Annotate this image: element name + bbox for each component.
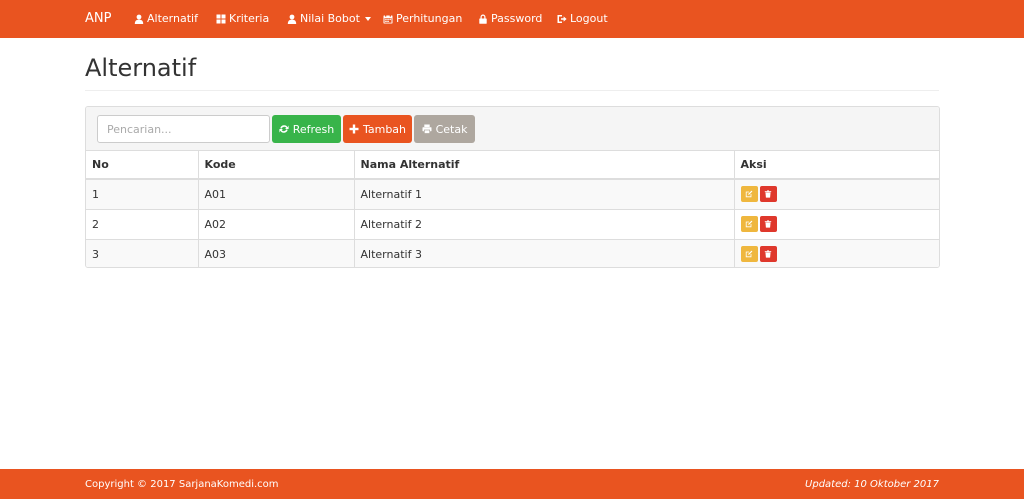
cell-kode: A01 — [197, 179, 354, 210]
delete-button[interactable] — [759, 186, 777, 203]
edit-button[interactable] — [740, 186, 758, 203]
nav-item-perhitungan[interactable]: Perhitungan — [383, 12, 462, 25]
trash-icon — [764, 220, 772, 228]
nav-item-password[interactable]: Password — [478, 12, 542, 25]
nav-item-kriteria[interactable]: Kriteria — [216, 12, 269, 25]
nav-label-alternatif: Alternatif — [147, 12, 198, 25]
print-icon — [422, 124, 432, 134]
user-icon — [134, 14, 144, 24]
logout-icon — [557, 14, 567, 23]
nav-label-password: Password — [491, 12, 543, 25]
alternatif-panel: Refresh Tambah Cetak No Kode Nama Altern… — [85, 106, 940, 268]
chevron-down-icon — [364, 16, 371, 21]
top-navbar: ANP Alternatif Kriteria Nilai Bobot Perh… — [0, 0, 1024, 38]
table-row: 3 A03 Alternatif 3 — [86, 239, 939, 267]
print-button[interactable]: Cetak — [414, 115, 475, 143]
nav-item-alternatif[interactable]: Alternatif — [134, 12, 198, 25]
edit-button[interactable] — [740, 216, 758, 232]
refresh-button[interactable]: Refresh — [272, 115, 341, 143]
cell-nama: Alternatif 1 — [353, 179, 734, 210]
footer-updated: Updated: 10 Oktober 2017 — [805, 479, 939, 490]
nav-item-logout[interactable]: Logout — [557, 12, 608, 25]
cell-aksi — [733, 209, 939, 240]
lock-icon — [479, 14, 487, 24]
print-label: Cetak — [435, 122, 468, 136]
page-footer: Copyright © 2017 SarjanaKomedi.com Updat… — [0, 469, 1024, 499]
calendar-icon — [383, 13, 393, 23]
nav-item-nilai-bobot[interactable]: Nilai Bobot — [287, 12, 371, 25]
cell-no: 2 — [86, 209, 198, 240]
alternatif-table: No Kode Nama Alternatif Aksi 1 A01 Alter… — [86, 151, 939, 267]
table-row: 1 A01 Alternatif 1 — [86, 179, 939, 210]
column-header-nama: Nama Alternatif — [353, 151, 734, 180]
th-large-icon — [216, 14, 226, 23]
panel-toolbar: Refresh Tambah Cetak — [86, 107, 939, 151]
refresh-icon — [279, 125, 289, 133]
column-header-no: No — [86, 151, 198, 180]
cell-aksi — [733, 239, 939, 267]
cell-aksi — [733, 179, 939, 210]
cell-kode: A03 — [197, 239, 354, 267]
column-header-kode: Kode — [197, 151, 354, 180]
title-divider — [85, 90, 939, 91]
nav-label-perhitungan: Perhitungan — [396, 12, 463, 25]
refresh-label: Refresh — [292, 122, 335, 136]
cell-nama: Alternatif 3 — [353, 239, 734, 267]
add-button[interactable]: Tambah — [343, 115, 412, 143]
user-icon — [287, 14, 297, 24]
cell-no: 3 — [86, 239, 198, 267]
footer-copyright: Copyright © 2017 SarjanaKomedi.com — [85, 479, 279, 490]
nav-label-kriteria: Kriteria — [229, 12, 270, 25]
nav-label-nilai-bobot: Nilai Bobot — [300, 12, 360, 25]
cell-nama: Alternatif 2 — [353, 209, 734, 240]
edit-icon — [745, 250, 753, 258]
column-header-aksi: Aksi — [733, 151, 939, 180]
nav-label-logout: Logout — [570, 12, 608, 25]
search-input[interactable] — [97, 115, 270, 143]
table-header-row: No Kode Nama Alternatif Aksi — [86, 151, 939, 180]
brand-link[interactable]: ANP — [85, 11, 111, 26]
page-title: Alternatif — [85, 54, 197, 82]
table-row: 2 A02 Alternatif 2 — [86, 209, 939, 240]
cell-no: 1 — [86, 179, 198, 210]
plus-icon — [349, 124, 359, 134]
trash-icon — [764, 250, 772, 258]
edit-icon — [745, 220, 753, 228]
edit-button[interactable] — [740, 246, 758, 263]
cell-kode: A02 — [197, 209, 354, 240]
delete-button[interactable] — [759, 216, 777, 232]
trash-icon — [764, 190, 772, 198]
add-label: Tambah — [362, 122, 407, 136]
delete-button[interactable] — [759, 246, 777, 263]
edit-icon — [745, 190, 753, 198]
